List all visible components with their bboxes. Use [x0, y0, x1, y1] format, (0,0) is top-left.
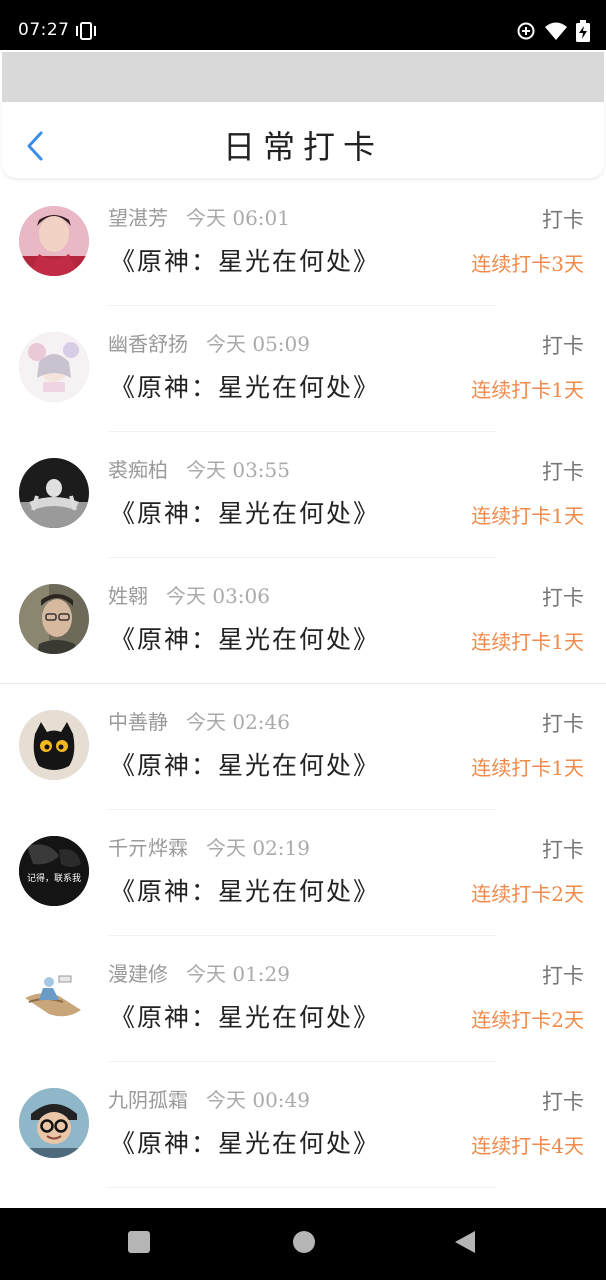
checkin-button[interactable]: 打卡	[542, 582, 584, 612]
user-line: 裘痴柏 今天 03:55	[108, 454, 290, 483]
user-name: 九阴孤霜	[108, 1088, 188, 1112]
status-time: 07:27	[18, 20, 70, 40]
user-name: 姓翱	[108, 584, 148, 608]
streak-text: 连续打卡2天	[471, 882, 584, 906]
header-spacer	[2, 52, 604, 102]
checkin-time: 今天 06:01	[186, 206, 290, 230]
checkin-item[interactable]: 裘痴柏 今天 03:55 《原神：星光在何处》 打卡 连续打卡1天	[0, 432, 606, 558]
avatar[interactable]	[19, 710, 89, 780]
checkin-list: 望湛芳 今天 06:01 《原神：星光在何处》 打卡 连续打卡3天 幽香舒扬 今天 …	[0, 180, 606, 1188]
vibrate-icon	[76, 22, 96, 40]
book-title: 《原神：星光在何处》	[110, 373, 381, 402]
user-name: 千亓烨霖	[108, 836, 188, 860]
user-line: 九阴孤霜 今天 00:49	[108, 1084, 310, 1113]
checkin-item[interactable]: 中善静 今天 02:46 《原神：星光在何处》 打卡 连续打卡1天	[0, 684, 606, 810]
avatar[interactable]	[19, 332, 89, 402]
book-title: 《原神：星光在何处》	[110, 625, 381, 654]
streak-text: 连续打卡1天	[471, 504, 584, 528]
checkin-item[interactable]: 姓翱 今天 03:06 《原神：星光在何处》 打卡 连续打卡1天	[0, 558, 606, 684]
avatar[interactable]: 记得，联系我	[19, 836, 89, 906]
book-title: 《原神：星光在何处》	[110, 1129, 381, 1158]
page-title: 日常打卡	[222, 128, 383, 166]
checkin-item[interactable]: 记得，联系我 千亓烨霖 今天 02:19 《原神：星光在何处》 打卡 连续打卡2天	[0, 810, 606, 936]
data-saver-icon	[517, 22, 535, 40]
user-line: 姓翱 今天 03:06	[108, 580, 270, 609]
user-line: 幽香舒扬 今天 05:09	[108, 328, 310, 357]
checkin-item[interactable]: 九阴孤霜 今天 00:49 《原神：星光在何处》 打卡 连续打卡4天	[0, 1062, 606, 1188]
book-title: 《原神：星光在何处》	[110, 247, 381, 276]
user-name: 裘痴柏	[108, 458, 168, 482]
checkin-item[interactable]: 漫建修 今天 01:29 《原神：星光在何处》 打卡 连续打卡2天	[0, 936, 606, 1062]
checkin-time: 今天 03:55	[186, 458, 290, 482]
streak-text: 连续打卡2天	[471, 1008, 584, 1032]
user-line: 望湛芳 今天 06:01	[108, 202, 290, 231]
checkin-button[interactable]: 打卡	[542, 456, 584, 486]
checkin-time: 今天 02:46	[186, 710, 290, 734]
back-triangle-icon[interactable]	[454, 1230, 476, 1254]
checkin-time: 今天 05:09	[206, 332, 310, 356]
avatar-caption: 记得，联系我	[26, 873, 81, 884]
book-title: 《原神：星光在何处》	[110, 877, 381, 906]
checkin-button[interactable]: 打卡	[542, 960, 584, 990]
streak-text: 连续打卡4天	[471, 1134, 584, 1158]
checkin-button[interactable]: 打卡	[542, 330, 584, 360]
book-title: 《原神：星光在何处》	[110, 751, 381, 780]
avatar[interactable]	[19, 584, 89, 654]
divider	[108, 1187, 496, 1188]
avatar[interactable]	[19, 458, 89, 528]
system-nav-bar	[0, 1208, 606, 1280]
user-name: 中善静	[108, 710, 168, 734]
checkin-button[interactable]: 打卡	[542, 1086, 584, 1116]
user-name: 漫建修	[108, 962, 168, 986]
status-bar: 07:27	[0, 0, 606, 50]
user-line: 中善静 今天 02:46	[108, 706, 290, 735]
title-bar: 日常打卡	[2, 102, 604, 178]
checkin-item[interactable]: 幽香舒扬 今天 05:09 《原神：星光在何处》 打卡 连续打卡1天	[0, 306, 606, 432]
home-circle-icon[interactable]	[292, 1230, 316, 1254]
streak-text: 连续打卡1天	[471, 756, 584, 780]
streak-text: 连续打卡3天	[471, 252, 584, 276]
user-line: 千亓烨霖 今天 02:19	[108, 832, 310, 861]
checkin-button[interactable]: 打卡	[542, 204, 584, 234]
checkin-item[interactable]: 望湛芳 今天 06:01 《原神：星光在何处》 打卡 连续打卡3天	[0, 180, 606, 306]
checkin-time: 今天 03:06	[166, 584, 270, 608]
user-name: 幽香舒扬	[108, 332, 188, 356]
streak-text: 连续打卡1天	[471, 630, 584, 654]
avatar[interactable]	[19, 206, 89, 276]
user-line: 漫建修 今天 01:29	[108, 958, 290, 987]
checkin-time: 今天 01:29	[186, 962, 290, 986]
wifi-icon	[545, 22, 567, 40]
streak-text: 连续打卡1天	[471, 378, 584, 402]
book-title: 《原神：星光在何处》	[110, 499, 381, 528]
avatar[interactable]	[19, 1088, 89, 1158]
user-name: 望湛芳	[108, 206, 168, 230]
checkin-time: 今天 00:49	[206, 1088, 310, 1112]
checkin-button[interactable]: 打卡	[542, 834, 584, 864]
book-title: 《原神：星光在何处》	[110, 1003, 381, 1032]
checkin-button[interactable]: 打卡	[542, 708, 584, 738]
battery-charging-icon	[576, 20, 590, 42]
avatar[interactable]	[19, 962, 89, 1032]
recents-square-icon[interactable]	[127, 1230, 151, 1254]
checkin-time: 今天 02:19	[206, 836, 310, 860]
